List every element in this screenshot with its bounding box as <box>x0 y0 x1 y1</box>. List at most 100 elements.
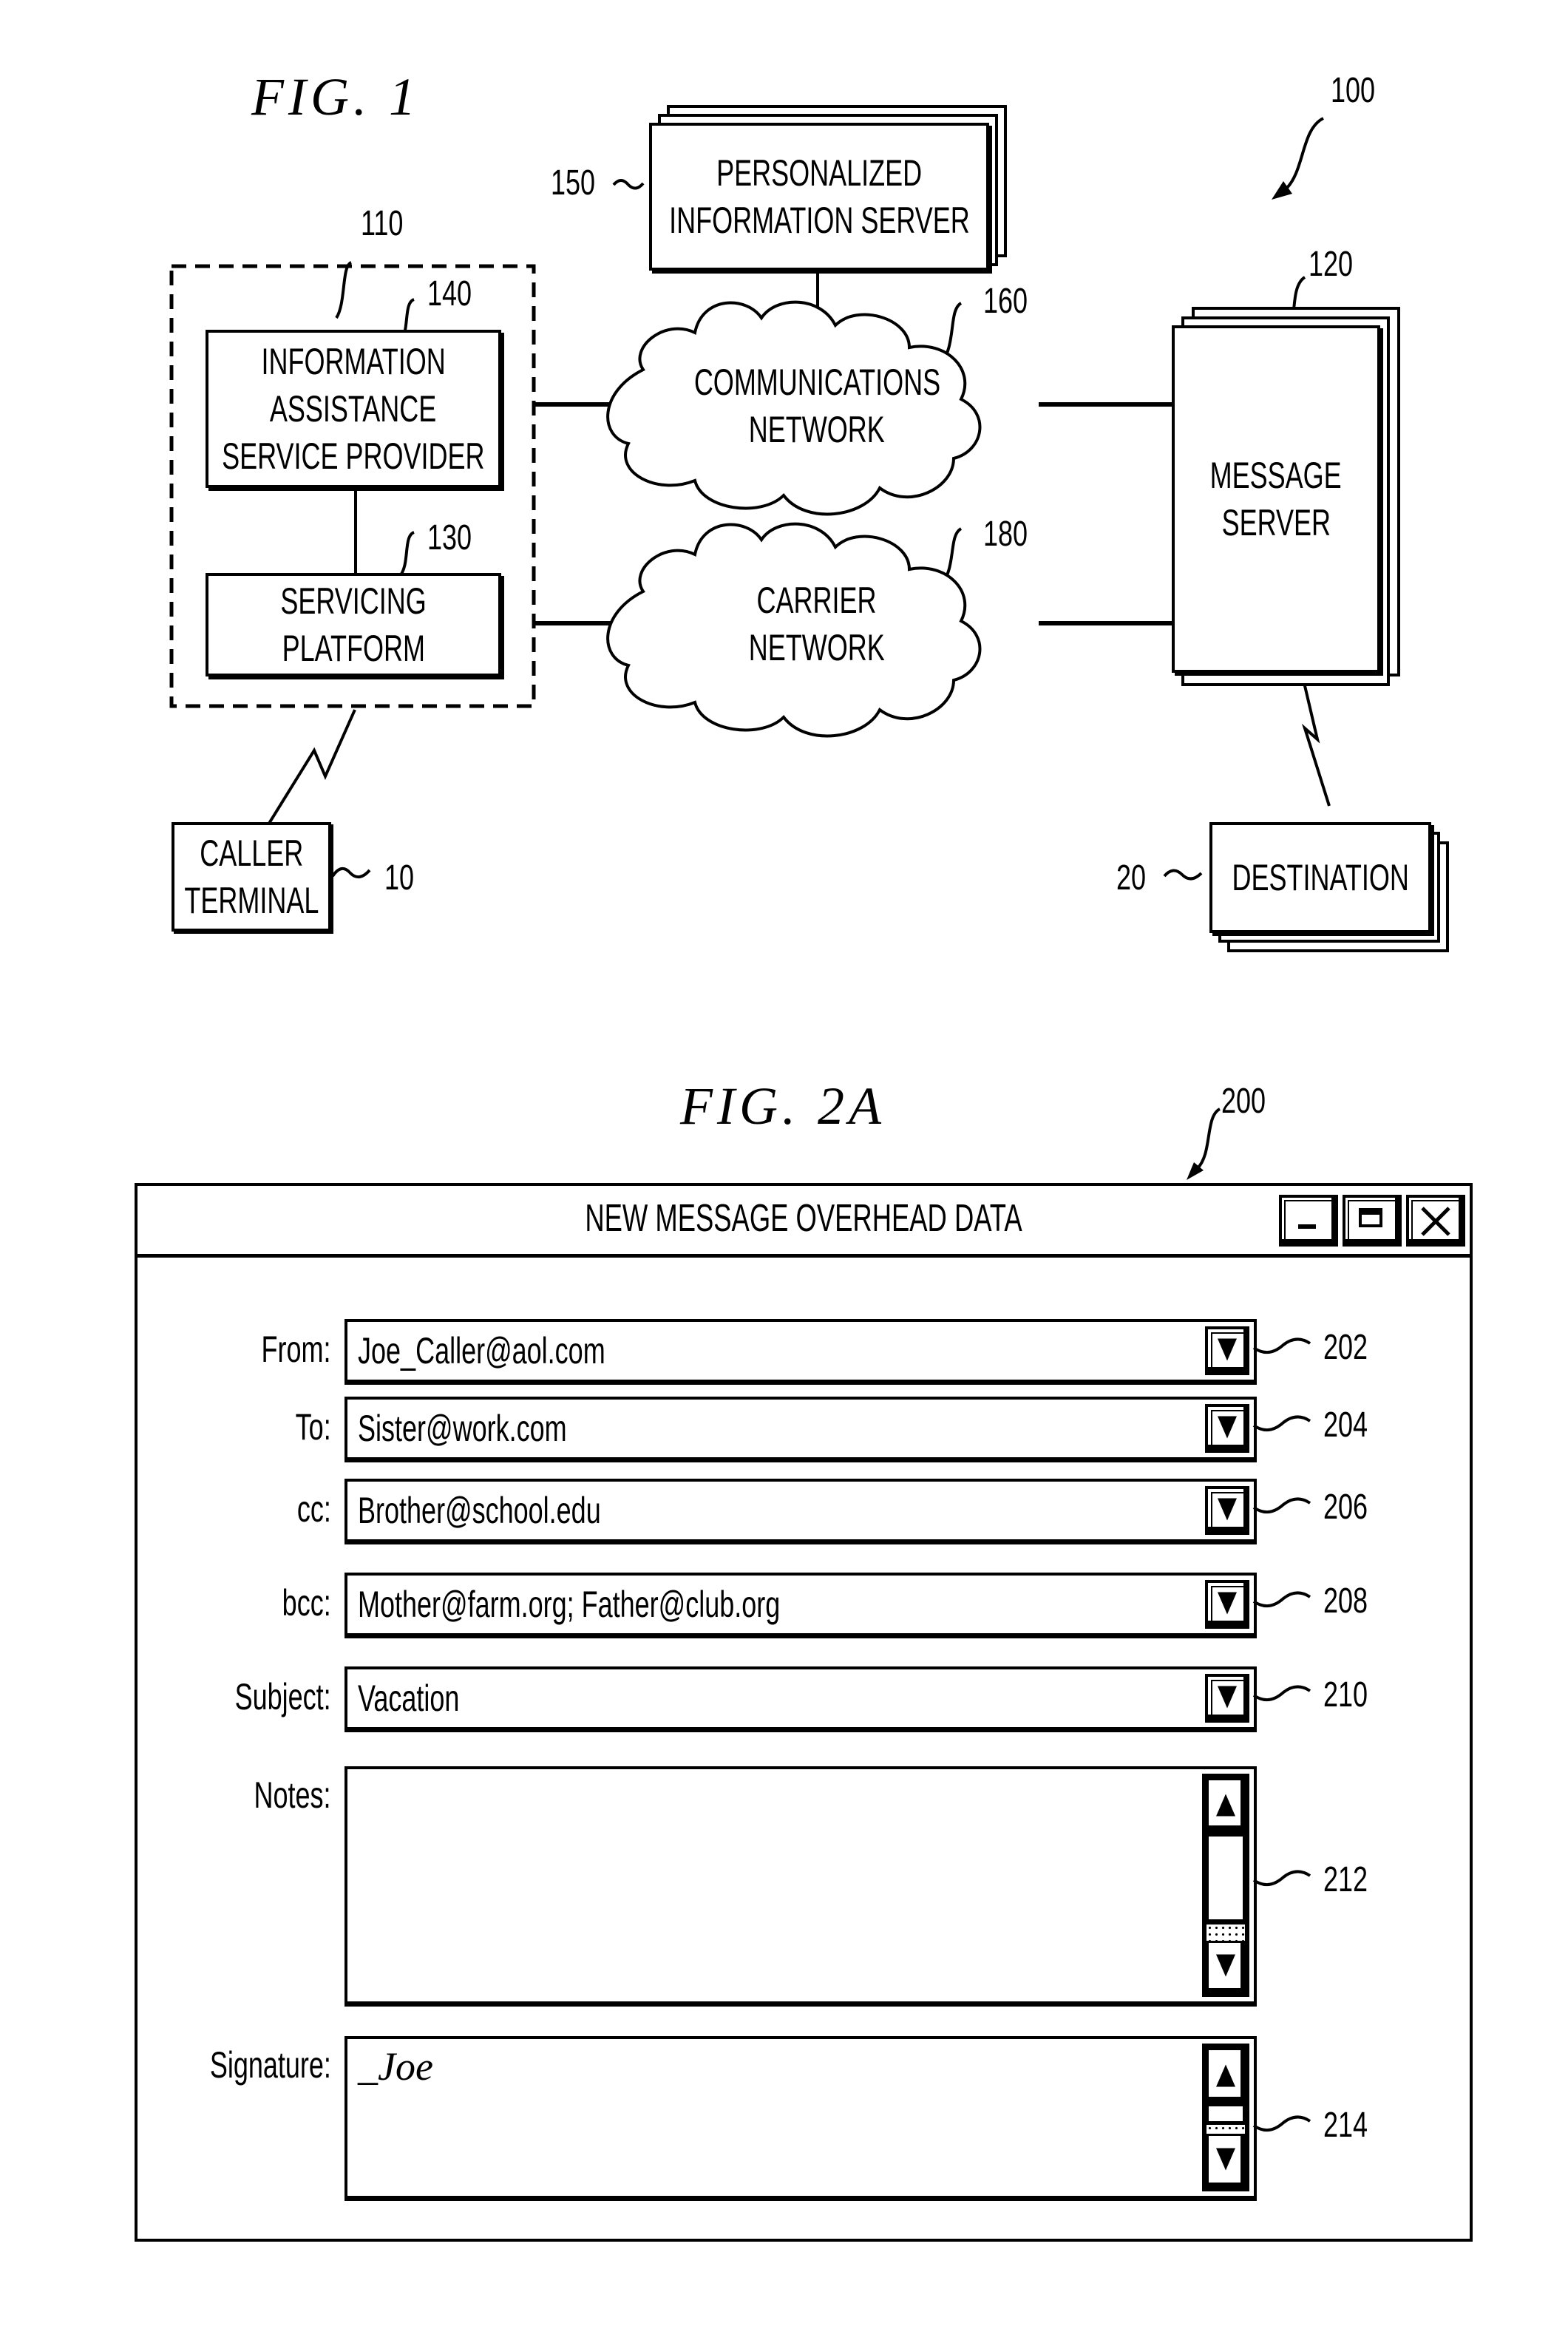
notes-scroll-up-button[interactable] <box>1206 1778 1245 1830</box>
chevron-down-icon <box>1218 1338 1237 1361</box>
from-label: From: <box>262 1329 331 1370</box>
cc-label: cc: <box>296 1488 331 1530</box>
signature-label: Signature: <box>209 2044 331 2086</box>
ref-130: 130 <box>427 518 472 557</box>
ct-line-1: CALLER <box>199 832 304 874</box>
ref-208: 208 <box>1323 1581 1368 1621</box>
cc-dropdown-button[interactable] <box>1205 1486 1249 1535</box>
subject-value: Vacation <box>358 1678 460 1719</box>
iasp-line-2: ASSISTANCE <box>270 388 437 430</box>
close-button[interactable] <box>1406 1195 1465 1247</box>
to-dropdown-button[interactable] <box>1205 1404 1249 1453</box>
signature-scroll-thumb[interactable] <box>1206 2104 1245 2123</box>
notes-textarea[interactable] <box>345 1766 1257 2004</box>
chevron-down-icon <box>1218 1686 1237 1709</box>
notes-scroll-thumb[interactable] <box>1206 1834 1245 1922</box>
arrow-down-icon <box>1216 2148 1235 2171</box>
communications-network-label: COMMUNICATIONS NETWORK <box>651 359 983 453</box>
close-icon <box>1421 1207 1450 1236</box>
sp-line-1: SERVICING <box>280 580 427 622</box>
subject-dropdown[interactable]: Vacation <box>345 1666 1257 1730</box>
chevron-down-icon <box>1218 1498 1237 1521</box>
ref-130-leader <box>398 531 415 578</box>
ref-206: 206 <box>1323 1488 1368 1527</box>
wireless-link-caller <box>265 709 356 830</box>
bcc-dropdown-button[interactable] <box>1205 1580 1249 1629</box>
ref-212: 212 <box>1323 1860 1368 1899</box>
pis-line-2: INFORMATION SERVER <box>668 200 970 241</box>
window-titlebar[interactable]: NEW MESSAGE OVERHEAD DATA <box>138 1186 1470 1258</box>
to-dropdown[interactable]: Sister@work.com <box>345 1397 1257 1460</box>
bcc-dropdown[interactable]: Mother@farm.org; Father@club.org <box>345 1573 1257 1636</box>
bcc-value: Mother@farm.org; Father@club.org <box>358 1584 781 1625</box>
to-label: To: <box>295 1406 331 1448</box>
sp-line-2: PLATFORM <box>282 628 425 669</box>
from-value: Joe_Caller@aol.com <box>358 1330 605 1371</box>
new-message-window: NEW MESSAGE OVERHEAD DATA From: Joe_Call… <box>135 1183 1473 2242</box>
information-assistance-service-provider: INFORMATION ASSISTANCE SERVICE PROVIDER <box>206 330 501 488</box>
carrier-line-2: NETWORK <box>748 627 885 668</box>
ref-200-arrow <box>1187 1108 1221 1180</box>
cc-dropdown[interactable]: Brother@school.edu <box>345 1479 1257 1542</box>
subject-label: Subject: <box>234 1676 331 1717</box>
caller-terminal: CALLER TERMINAL <box>172 822 331 932</box>
personalized-information-server: PERSONALIZED INFORMATION SERVER <box>649 123 989 271</box>
arrow-up-icon <box>1216 1794 1235 1817</box>
minimize-icon <box>1298 1224 1316 1229</box>
ct-line-2: TERMINAL <box>183 880 319 921</box>
comm-line-1: COMMUNICATIONS <box>693 362 940 403</box>
notes-label: Notes: <box>254 1774 331 1816</box>
carrier-network-label: CARRIER NETWORK <box>651 577 983 671</box>
ref-210: 210 <box>1323 1675 1368 1715</box>
minimize-button[interactable] <box>1279 1195 1338 1247</box>
ref-20: 20 <box>1116 858 1147 898</box>
message-server: MESSAGE SERVER <box>1172 325 1380 673</box>
signature-scrollbar[interactable] <box>1202 2044 1249 2191</box>
from-dropdown-button[interactable] <box>1205 1326 1249 1375</box>
ms-line-2: SERVER <box>1221 502 1331 543</box>
iasp-line-3: SERVICE PROVIDER <box>222 435 485 477</box>
ms-line-1: MESSAGE <box>1209 455 1343 496</box>
notes-scrollbar[interactable] <box>1202 1774 1249 1997</box>
ref-204: 204 <box>1323 1405 1368 1445</box>
ref-110: 110 <box>361 204 404 243</box>
cc-value: Brother@school.edu <box>358 1490 601 1531</box>
bcc-label: bcc: <box>282 1582 331 1624</box>
ref-110-leader <box>335 261 353 319</box>
ref-140: 140 <box>427 274 472 313</box>
from-dropdown[interactable]: Joe_Caller@aol.com <box>345 1319 1257 1383</box>
ref-10: 10 <box>384 858 415 898</box>
signature-textarea[interactable]: _Joe <box>345 2036 1257 2199</box>
servicing-platform: SERVICING PLATFORM <box>206 573 501 676</box>
ref-214: 214 <box>1323 2106 1368 2145</box>
comm-line-2: NETWORK <box>748 409 885 450</box>
iasp-line-1: INFORMATION <box>261 341 446 382</box>
maximize-button[interactable] <box>1343 1195 1402 1247</box>
ref-120: 120 <box>1309 245 1354 284</box>
chevron-down-icon <box>1218 1416 1237 1439</box>
subject-dropdown-button[interactable] <box>1205 1674 1249 1723</box>
maximize-icon <box>1359 1208 1382 1227</box>
ref-160: 160 <box>983 282 1028 321</box>
fig2a-title: FIG. 2A <box>680 1076 886 1136</box>
ref-10-leader <box>331 867 371 879</box>
carrier-line-1: CARRIER <box>756 580 878 621</box>
ref-180: 180 <box>983 515 1028 554</box>
signature-scroll-up-button[interactable] <box>1206 2048 1245 2101</box>
ref-100-leader <box>1285 117 1325 190</box>
chevron-down-icon <box>1218 1592 1237 1615</box>
ref-150: 150 <box>551 163 596 203</box>
arrow-down-icon <box>1216 1954 1235 1977</box>
ref-202: 202 <box>1323 1328 1368 1367</box>
dest-line-1: DESTINATION <box>1232 857 1409 898</box>
signature-value: _Joe <box>358 2044 433 2089</box>
pis-line-1: PERSONALIZED <box>716 152 923 194</box>
destination: DESTINATION <box>1209 822 1431 933</box>
to-value: Sister@work.com <box>358 1408 567 1449</box>
arrow-up-icon <box>1216 2064 1235 2087</box>
window-title: NEW MESSAGE OVERHEAD DATA <box>585 1197 1022 1240</box>
signature-scroll-down-button[interactable] <box>1206 2134 1245 2187</box>
notes-scroll-down-button[interactable] <box>1206 1941 1245 1993</box>
ref-20-leader <box>1163 869 1203 881</box>
ref-150-leader <box>612 179 645 190</box>
